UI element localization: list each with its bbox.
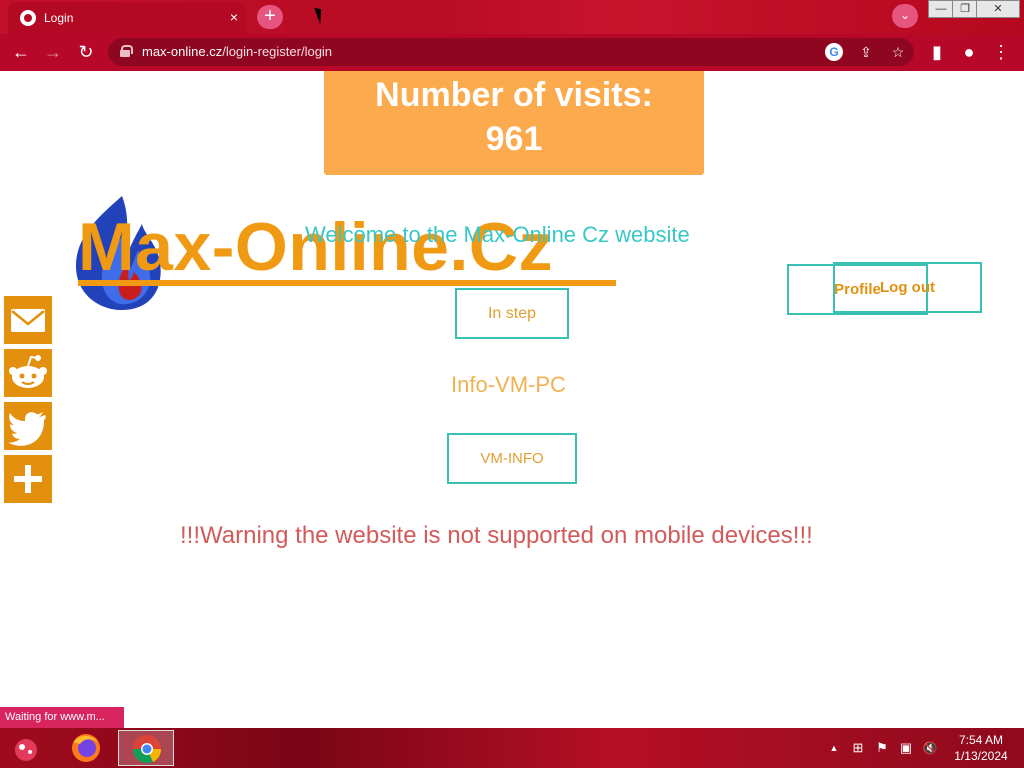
site-favicon-icon xyxy=(20,10,36,26)
mobile-warning-text: !!!Warning the website is not supported … xyxy=(180,522,813,549)
google-lens-icon[interactable]: G xyxy=(825,43,843,61)
share-twitter-button[interactable] xyxy=(4,402,52,450)
windows-taskbar: ▲ ⊞ ⚑ ▣ 🔇 7:54 AM 1/13/2024 xyxy=(0,728,1024,768)
forward-arrow-icon[interactable]: → xyxy=(42,41,64,63)
new-tab-button[interactable]: + xyxy=(257,5,283,29)
welcome-heading: Welcome to the Max-Online Cz website xyxy=(305,222,690,247)
visits-counter-box: Number of visits: 961 xyxy=(324,71,704,175)
email-icon xyxy=(11,309,45,332)
vm-info-button[interactable]: VM-INFO xyxy=(447,433,577,484)
clock-time: 7:54 AM xyxy=(958,733,1004,747)
start-icon xyxy=(15,739,37,761)
firefox-icon xyxy=(72,734,100,762)
add-icon xyxy=(14,465,42,493)
lock-icon[interactable] xyxy=(120,45,133,57)
browser-tab-bar: Login × + ⌄ — ❐ ✕ xyxy=(0,0,1024,34)
back-arrow-icon[interactable]: ← xyxy=(10,41,32,63)
chrome-icon xyxy=(132,735,162,764)
taskbar-firefox[interactable] xyxy=(58,730,114,766)
tray-flag-icon[interactable]: ⚑ xyxy=(874,740,890,756)
browser-toolbar: ← → ↻ max-online.cz/login-register/login… xyxy=(0,34,1024,71)
tray-expand-icon[interactable]: ▲ xyxy=(826,740,842,756)
visits-label: Number of visits: xyxy=(375,76,653,114)
account-avatar-icon[interactable]: ● xyxy=(958,41,980,63)
in-step-button[interactable]: In step xyxy=(455,288,569,339)
window-close-button[interactable]: ✕ xyxy=(976,0,1020,18)
browser-tab-login[interactable]: Login × xyxy=(8,2,246,34)
bookmark-star-icon[interactable]: ☆ xyxy=(889,43,907,61)
logout-button[interactable]: Log out xyxy=(833,262,982,313)
browser-menu-icon[interactable]: ⋮ xyxy=(990,41,1012,63)
twitter-icon xyxy=(8,412,46,446)
mouse-cursor-icon xyxy=(314,5,326,25)
logo-underline xyxy=(78,280,616,286)
share-reddit-button[interactable] xyxy=(4,349,52,397)
side-panel-icon[interactable]: ▮ xyxy=(926,41,948,63)
share-icon[interactable]: ⇪ xyxy=(857,43,875,61)
tray-volume-muted-icon[interactable]: 🔇 xyxy=(922,740,938,756)
start-button[interactable] xyxy=(0,730,56,766)
url-text[interactable]: max-online.cz/login-register/login xyxy=(142,44,332,59)
share-email-button[interactable] xyxy=(4,296,52,344)
url-path: /login-register/login xyxy=(222,44,333,59)
share-sidebar xyxy=(4,296,52,508)
reddit-icon xyxy=(9,355,47,388)
taskbar-chrome[interactable] xyxy=(118,730,174,766)
info-vm-pc-heading: Info-VM-PC xyxy=(451,372,566,397)
url-host: max-online.cz xyxy=(142,44,223,59)
visits-count: 961 xyxy=(485,120,543,158)
tab-search-button[interactable]: ⌄ xyxy=(892,4,918,28)
reload-icon[interactable]: ↻ xyxy=(75,41,97,63)
share-more-button[interactable] xyxy=(4,455,52,503)
tab-close-icon[interactable]: × xyxy=(230,9,238,25)
address-bar[interactable]: max-online.cz/login-register/login G ⇪ ☆ xyxy=(108,38,914,66)
logout-label: Log out xyxy=(880,279,935,296)
browser-status-text: Waiting for www.m... xyxy=(0,707,124,728)
minimize-button[interactable]: — xyxy=(928,0,954,18)
tray-network-icon[interactable]: ⊞ xyxy=(850,740,866,756)
clock-date: 1/13/2024 xyxy=(954,749,1008,763)
tab-title: Login xyxy=(44,11,74,25)
restore-button[interactable]: ❐ xyxy=(952,0,978,18)
taskbar-clock[interactable]: 7:54 AM 1/13/2024 xyxy=(950,732,1012,764)
tray-display-icon[interactable]: ▣ xyxy=(898,740,914,756)
